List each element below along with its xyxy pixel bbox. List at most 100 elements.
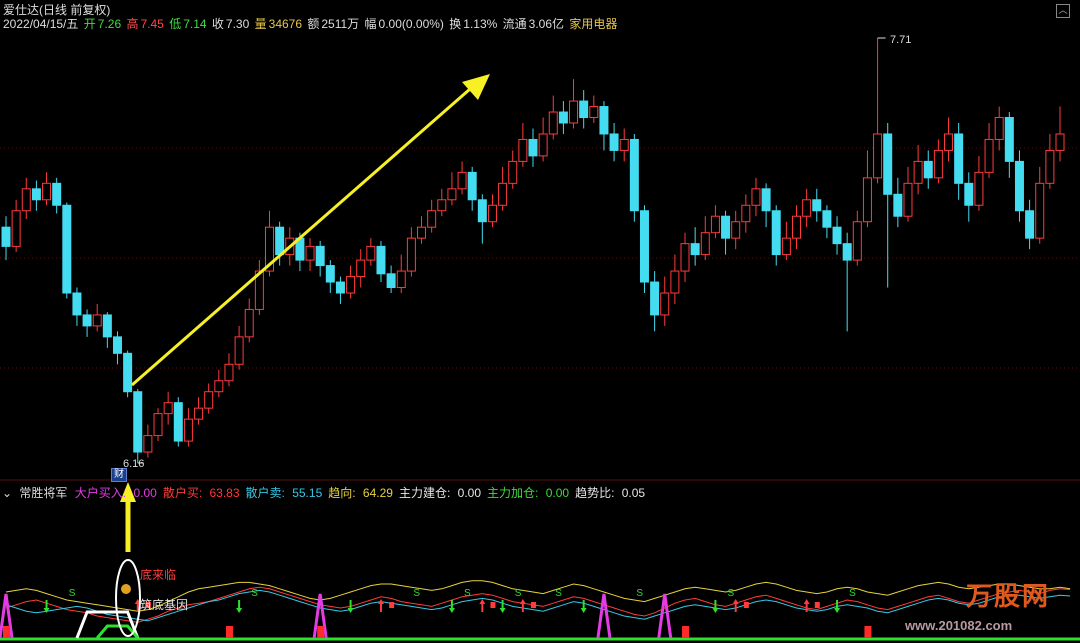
price-chart[interactable]: SSSSSSSSS: [0, 0, 1080, 643]
candle-body: [356, 259, 366, 278]
candle-body: [802, 199, 812, 217]
candle-body: [842, 243, 852, 261]
candle-body: [305, 245, 315, 261]
indicator-label-2: 散户卖:: [245, 486, 285, 500]
candle-body: [751, 188, 761, 206]
candle-body: [964, 182, 974, 206]
red-signal-bar: [317, 626, 325, 638]
candle-body: [92, 314, 102, 327]
candle-body: [650, 281, 660, 316]
b-marker: [389, 602, 395, 608]
candle-body: [1035, 182, 1045, 239]
candle-body: [944, 133, 954, 151]
candle-body: [883, 133, 893, 195]
candle-body: [173, 402, 183, 442]
s-marker: S: [555, 588, 562, 599]
candle-body: [386, 273, 396, 289]
s-marker: S: [251, 588, 258, 599]
candle-body: [376, 245, 386, 275]
candle-body: [923, 160, 933, 179]
candle-body: [457, 171, 467, 190]
b-marker: [490, 602, 496, 608]
candle-body: [62, 204, 72, 294]
indicator-label-4: 主力建仓:: [398, 486, 451, 500]
candle-body: [72, 292, 82, 316]
candle-body: [487, 204, 497, 223]
candle-body: [771, 210, 781, 256]
candle-body: [629, 138, 639, 212]
candle-body: [873, 133, 883, 179]
indicator-collapse-icon[interactable]: ⌄: [2, 486, 12, 500]
candle-body: [11, 210, 21, 247]
candle-body: [427, 210, 437, 228]
candle-body: [163, 402, 173, 415]
candle-body: [1055, 133, 1065, 151]
down-arrow-head: [347, 608, 354, 613]
red-signal-bar: [3, 626, 10, 638]
indicator-value-0: 0.00: [130, 486, 157, 500]
candle-body: [204, 391, 214, 409]
s-marker: S: [849, 588, 856, 599]
indicator-value-4: 0.00: [454, 486, 482, 500]
indicator-name[interactable]: 常胜将军: [19, 486, 67, 500]
candle-body: [498, 182, 508, 206]
candle-body: [447, 188, 457, 201]
s-marker: S: [515, 588, 522, 599]
candle-body: [518, 138, 528, 162]
candle-body: [832, 226, 842, 245]
candle-body: [417, 226, 427, 239]
indicator-value-2: 55.15: [288, 486, 323, 500]
candle-body: [792, 215, 801, 239]
indicator-label-6: 趋势比:: [575, 486, 615, 500]
candle-body: [933, 149, 943, 179]
candle-body: [214, 380, 224, 393]
candle-body: [1025, 210, 1035, 239]
indicator-label-1: 散户买:: [162, 486, 203, 500]
down-arrow-head: [712, 608, 719, 613]
candle-body: [660, 292, 670, 316]
candle-body: [52, 182, 62, 206]
indicator-value-1: 63.83: [206, 486, 240, 500]
candle-body: [589, 106, 599, 119]
b-marker: [531, 602, 536, 608]
candle-body: [224, 363, 234, 382]
candle-body: [984, 138, 994, 173]
indicator-label-5: 主力加仓:: [487, 486, 539, 500]
candle-body: [974, 171, 984, 206]
s-marker: S: [728, 588, 735, 599]
red-signal-bar: [225, 626, 233, 638]
candle-body: [315, 245, 325, 267]
up-arrow-head: [732, 599, 739, 604]
candle-body: [639, 210, 649, 283]
candle-body: [153, 413, 163, 437]
candle-body: [913, 160, 923, 184]
candle-body: [325, 265, 335, 283]
bottom-block-inner: [96, 624, 139, 639]
s-marker: S: [636, 588, 643, 599]
candle-body: [812, 199, 822, 212]
candle-body: [183, 418, 193, 442]
candle-body: [761, 188, 771, 212]
indicator-value-6: 0.05: [618, 486, 646, 500]
b-marker: [814, 602, 820, 608]
watermark-logo: 万股网: [966, 581, 1051, 611]
high-price-marker: 7.71: [890, 34, 912, 46]
indicator-values: 大户买入: 0.00 散户买: 63.83 散户卖: 55.15 趋向: 64.29 主…: [75, 486, 651, 500]
finance-badge[interactable]: 财: [111, 468, 127, 482]
candle-body: [508, 160, 518, 184]
indicator-value-5: 0.00: [542, 486, 570, 500]
trend-arrow-line: [131, 80, 479, 387]
candle-body: [893, 193, 903, 217]
watermark-url: www.201082.com: [905, 618, 1013, 633]
s-marker: S: [464, 588, 471, 599]
candle-body: [994, 117, 1004, 140]
candle-body: [1014, 160, 1024, 212]
candle-body: [406, 237, 416, 272]
candle-body: [599, 106, 609, 135]
candle-body: [741, 204, 751, 223]
b-marker: [743, 602, 749, 608]
candle-body: [903, 182, 913, 217]
candle-body: [619, 138, 629, 151]
candle-body: [467, 171, 477, 201]
candle-body: [822, 210, 832, 228]
